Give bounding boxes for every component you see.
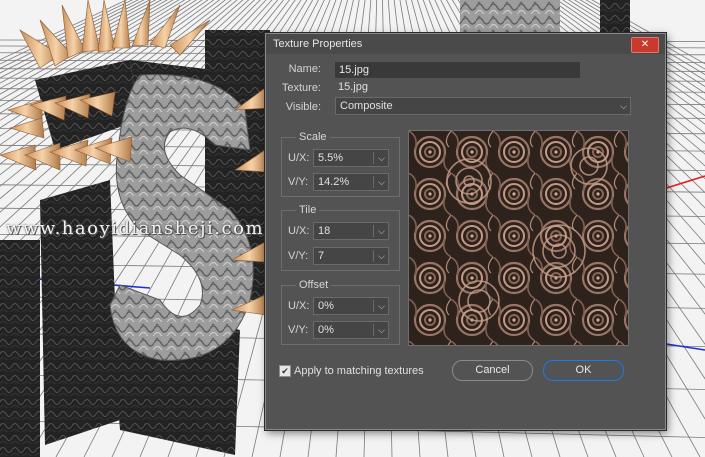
scale-ux-input[interactable]: 5.5% ⌵ xyxy=(313,149,389,167)
chevron-down-icon[interactable]: ⌵ xyxy=(378,322,385,338)
offset-group: Offset U/X: 0% ⌵ V/Y: 0% ⌵ xyxy=(281,279,400,345)
tile-vy-input[interactable]: 7 ⌵ xyxy=(313,247,389,265)
scale-vy-input[interactable]: 14.2% ⌵ xyxy=(313,173,389,191)
checkmark-icon: ✔ xyxy=(281,366,289,376)
tile-ux-label: U/X: xyxy=(288,225,310,237)
cancel-button[interactable]: Cancel xyxy=(452,360,533,381)
name-input[interactable]: 15.jpg xyxy=(335,62,580,78)
apply-matching-checkbox[interactable]: ✔ xyxy=(279,365,291,377)
offset-vy-value: 0% xyxy=(318,324,334,336)
chevron-down-icon[interactable]: ⌵ xyxy=(378,248,385,264)
scale-vy-label: V/Y: xyxy=(288,176,309,188)
ok-button[interactable]: OK xyxy=(543,360,624,381)
tile-ux-value: 18 xyxy=(318,225,331,237)
name-label: Name: xyxy=(288,63,321,75)
chevron-down-icon[interactable]: ⌵ xyxy=(378,223,385,239)
texture-preview xyxy=(408,130,629,346)
watermark-text: www.haoyidiansheji.com xyxy=(6,218,265,239)
texture-value: 15.jpg xyxy=(338,81,368,93)
texture-properties-dialog: Texture Properties ✕ Name: 15.jpg Textur… xyxy=(265,33,666,430)
texture-label: Texture: xyxy=(281,82,321,94)
offset-group-title: Offset xyxy=(296,279,332,291)
chevron-down-icon: ⌵ xyxy=(620,101,627,111)
tile-group-title: Tile xyxy=(296,204,320,216)
offset-ux-label: U/X: xyxy=(288,300,310,312)
scale-ux-value: 5.5% xyxy=(318,152,344,164)
visible-select-value: Composite xyxy=(340,100,393,112)
texture-preview-image xyxy=(409,131,628,345)
scale-group-title: Scale xyxy=(296,131,330,143)
offset-vy-label: V/Y: xyxy=(288,324,309,336)
scale-ux-label: U/X: xyxy=(288,152,310,164)
close-icon: ✕ xyxy=(640,39,650,50)
visible-select[interactable]: Composite ⌵ xyxy=(335,97,631,115)
offset-ux-input[interactable]: 0% ⌵ xyxy=(313,297,389,315)
chevron-down-icon[interactable]: ⌵ xyxy=(378,150,385,166)
chevron-down-icon[interactable]: ⌵ xyxy=(378,174,385,190)
visible-label: Visible: xyxy=(285,101,321,113)
offset-ux-value: 0% xyxy=(318,300,334,312)
dialog-title: Texture Properties xyxy=(273,38,363,50)
chevron-down-icon[interactable]: ⌵ xyxy=(378,298,385,314)
tile-group: Tile U/X: 18 ⌵ V/Y: 7 ⌵ xyxy=(281,204,400,271)
tile-vy-value: 7 xyxy=(318,250,325,262)
offset-vy-input[interactable]: 0% ⌵ xyxy=(313,321,389,339)
scale-vy-value: 14.2% xyxy=(318,176,350,188)
scale-group: Scale U/X: 5.5% ⌵ V/Y: 14.2% ⌵ xyxy=(281,131,400,197)
apply-matching-label[interactable]: Apply to matching textures xyxy=(294,365,424,377)
tile-ux-input[interactable]: 18 ⌵ xyxy=(313,222,389,240)
dialog-titlebar[interactable]: Texture Properties ✕ xyxy=(266,34,665,54)
close-button[interactable]: ✕ xyxy=(631,37,659,53)
tile-vy-label: V/Y: xyxy=(288,250,309,262)
